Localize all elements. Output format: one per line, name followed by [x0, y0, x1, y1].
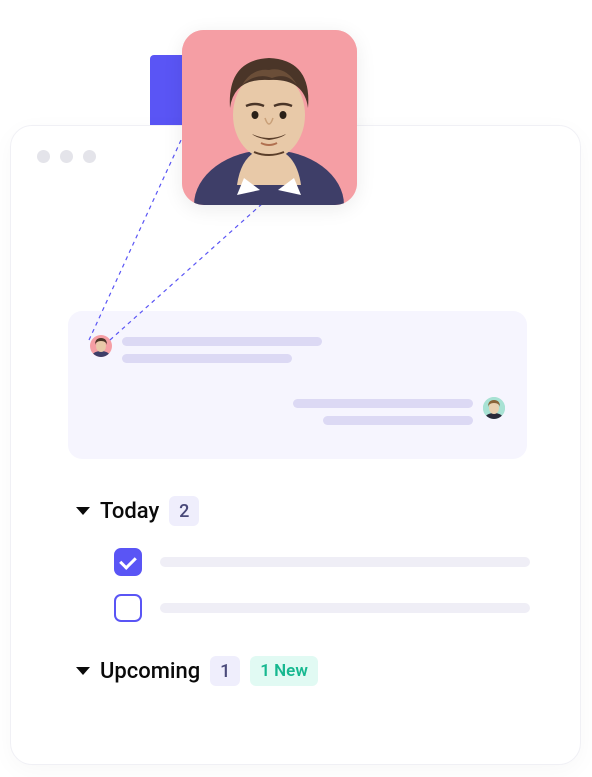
chat-preview-card	[68, 311, 527, 459]
checkbox-unchecked-icon[interactable]	[114, 594, 142, 622]
section-title: Upcoming	[100, 659, 200, 684]
section-today: Today 2	[76, 496, 530, 622]
app-window: Today 2 Upcoming 1 1 New	[10, 125, 581, 765]
message-text-placeholder	[293, 397, 473, 425]
count-badge: 2	[169, 496, 199, 526]
profile-photo-card	[182, 30, 357, 205]
task-row[interactable]	[114, 594, 530, 622]
section-upcoming: Upcoming 1 1 New	[76, 656, 318, 686]
profile-photo	[182, 30, 357, 205]
task-text-placeholder	[160, 603, 530, 613]
section-title: Today	[100, 499, 159, 524]
outgoing-message	[293, 397, 505, 425]
caret-down-icon	[76, 667, 90, 675]
avatar	[483, 397, 505, 419]
count-badge: 1	[210, 656, 240, 686]
section-header-upcoming[interactable]: Upcoming 1 1 New	[76, 656, 318, 686]
new-badge: 1 New	[250, 656, 318, 686]
task-text-placeholder	[160, 557, 530, 567]
avatar	[90, 335, 112, 357]
caret-down-icon	[76, 507, 90, 515]
section-header-today[interactable]: Today 2	[76, 496, 530, 526]
task-row[interactable]	[114, 548, 530, 576]
task-list-today	[114, 548, 530, 622]
incoming-message	[90, 335, 322, 363]
window-dot	[37, 150, 50, 163]
window-controls	[37, 150, 96, 163]
window-dot	[60, 150, 73, 163]
checkbox-checked-icon[interactable]	[114, 548, 142, 576]
window-dot	[83, 150, 96, 163]
message-text-placeholder	[122, 335, 322, 363]
